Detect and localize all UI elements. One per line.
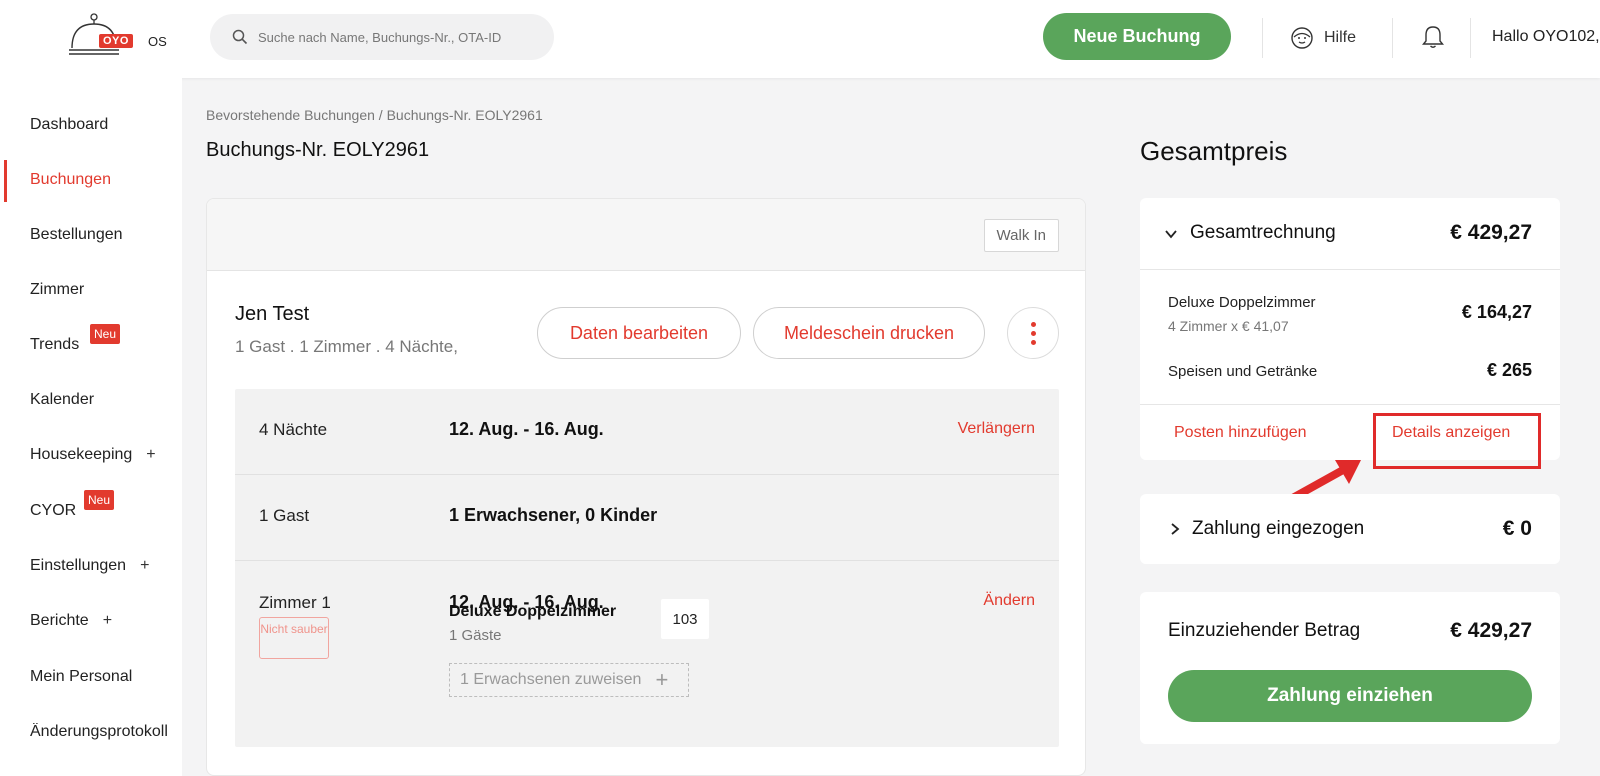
payment-collected-label: Zahlung eingezogen bbox=[1192, 518, 1365, 539]
chevron-down-icon bbox=[1165, 230, 1177, 239]
nights-row: 4 Nächte 12. Aug. - 16. Aug. Verlängern bbox=[235, 389, 1059, 475]
sidebar-item-bestellungen[interactable]: Bestellungen bbox=[30, 226, 123, 244]
plus-icon: + bbox=[655, 667, 669, 692]
expand-plus-icon[interactable]: + bbox=[103, 612, 112, 630]
room-status-badge: Nicht sauber bbox=[259, 617, 329, 659]
booking-card-header: Walk In bbox=[207, 199, 1085, 271]
guest-name: Jen Test bbox=[235, 303, 310, 325]
booking-card: Walk In Jen Test 1 Gast . 1 Zimmer . 4 N… bbox=[206, 198, 1086, 776]
sidebar-item-housekeeping[interactable]: Housekeeping + bbox=[30, 446, 156, 464]
nights-label: 4 Nächte bbox=[259, 420, 328, 439]
logo-suffix: OS bbox=[148, 34, 167, 49]
amount-due-value: € 429,27 bbox=[1450, 619, 1532, 642]
room-label: Zimmer 1 bbox=[259, 593, 331, 612]
oyo-os-logo[interactable]: OYO OS bbox=[68, 12, 168, 62]
line-item-amount: € 164,27 bbox=[1461, 302, 1532, 322]
line-item-label: Speisen und Getränke bbox=[1168, 363, 1318, 380]
payment-collected-amount: € 0 bbox=[1502, 517, 1532, 540]
extend-link[interactable]: Verlängern bbox=[958, 420, 1035, 438]
total-price-title: Gesamtpreis bbox=[1140, 136, 1288, 166]
print-registration-button[interactable]: Meldeschein drucken bbox=[753, 307, 985, 359]
sidebar: Dashboard Buchungen Bestellungen Zimmer … bbox=[0, 78, 182, 776]
highlight-box bbox=[1373, 413, 1541, 469]
line-item-label: Deluxe Doppelzimmer bbox=[1168, 294, 1316, 311]
more-dot-icon bbox=[1030, 321, 1036, 327]
sidebar-item-label: Dashboard bbox=[30, 116, 109, 133]
invoice-label: Gesamtrechnung bbox=[1190, 222, 1336, 243]
add-item-link[interactable]: Posten hinzufügen bbox=[1174, 424, 1307, 442]
room-row: Zimmer 1 Nicht sauber 12. Aug. - 16. Aug… bbox=[235, 561, 1059, 747]
sidebar-item-aenderungsprotokoll[interactable]: Änderungsprotokoll bbox=[30, 723, 182, 741]
room-number-field[interactable]: 103 bbox=[661, 599, 709, 639]
more-dot-icon bbox=[1030, 339, 1036, 345]
booking-details: 4 Nächte 12. Aug. - 16. Aug. Verlängern … bbox=[235, 389, 1059, 747]
help-button[interactable]: Hilfe bbox=[1290, 26, 1356, 50]
header-divider bbox=[1470, 18, 1471, 58]
sidebar-item-label: Mein Personal bbox=[30, 668, 133, 685]
sidebar-item-label: Trends bbox=[30, 336, 80, 353]
walk-in-tag: Walk In bbox=[983, 219, 1059, 252]
breadcrumb[interactable]: Bevorstehende Buchungen / Buchungs-Nr. E… bbox=[206, 107, 543, 123]
sidebar-item-mein-personal[interactable]: Mein Personal bbox=[30, 668, 132, 686]
sidebar-item-label: Änderungsprotokoll bbox=[30, 723, 168, 740]
assign-adult-button[interactable]: 1 Erwachsenen zuweisen + bbox=[449, 663, 689, 697]
expand-plus-icon[interactable]: + bbox=[146, 446, 155, 464]
sidebar-item-label: Bestellungen bbox=[30, 226, 123, 243]
top-header: OYO OS Neue Buchung Hilfe Hallo OYO102, bbox=[0, 0, 1600, 78]
guests-value: 1 Erwachsener, 0 Kinder bbox=[449, 505, 658, 525]
sidebar-item-label: Einstellungen bbox=[30, 557, 127, 574]
invoice-toggle[interactable]: Gesamtrechnung € 429,27 bbox=[1140, 198, 1560, 270]
more-options-button[interactable] bbox=[1007, 307, 1059, 359]
page-title: Buchungs-Nr. EOLY2961 bbox=[206, 139, 430, 161]
search-input[interactable] bbox=[258, 29, 548, 45]
more-dot-icon bbox=[1030, 330, 1036, 336]
sidebar-item-kalender[interactable]: Kalender bbox=[30, 391, 94, 409]
sidebar-item-label: Buchungen bbox=[30, 171, 111, 188]
room-type: Deluxe Doppelzimmer bbox=[449, 603, 617, 620]
new-booking-button[interactable]: Neue Buchung bbox=[1043, 13, 1231, 60]
expand-plus-icon[interactable]: + bbox=[140, 557, 149, 575]
line-item-amount: € 265 bbox=[1486, 360, 1532, 380]
payment-collected-card[interactable]: Zahlung eingezogen € 0 bbox=[1140, 494, 1560, 564]
active-indicator bbox=[4, 160, 7, 202]
chevron-right-icon bbox=[1171, 523, 1180, 535]
sidebar-item-label: Zimmer bbox=[30, 281, 85, 298]
sidebar-item-einstellungen[interactable]: Einstellungen + bbox=[30, 557, 149, 575]
sidebar-item-trends[interactable]: Trends bbox=[30, 336, 79, 354]
header-divider bbox=[1392, 18, 1393, 58]
sidebar-item-label: CYOR bbox=[30, 502, 77, 519]
sidebar-item-label: Berichte bbox=[30, 612, 89, 629]
change-room-link[interactable]: Ändern bbox=[983, 592, 1035, 610]
header-divider bbox=[1262, 18, 1263, 58]
help-label: Hilfe bbox=[1324, 29, 1357, 46]
new-badge: Neu bbox=[90, 324, 121, 344]
line-item-detail: 4 Zimmer x € 41,07 bbox=[1168, 318, 1289, 334]
notification-bell-icon[interactable] bbox=[1420, 24, 1446, 50]
sidebar-item-label: Kalender bbox=[30, 391, 95, 408]
assign-label: 1 Erwachsenen zuweisen bbox=[460, 671, 642, 688]
new-badge: Neu bbox=[84, 490, 115, 510]
edit-details-button[interactable]: Daten bearbeiten bbox=[537, 307, 741, 359]
amount-due-label: Einzuziehender Betrag bbox=[1168, 620, 1361, 641]
guests-row: 1 Gast 1 Erwachsener, 0 Kinder bbox=[235, 475, 1059, 561]
collect-payment-button[interactable]: Zahlung einziehen bbox=[1168, 670, 1532, 722]
amount-due-card: Einzuziehender Betrag € 429,27 Zahlung e… bbox=[1140, 592, 1560, 744]
logo-brand: OYO bbox=[99, 34, 133, 48]
search-icon bbox=[232, 29, 248, 45]
search-bar[interactable] bbox=[210, 14, 554, 60]
sidebar-item-berichte[interactable]: Berichte + bbox=[30, 612, 112, 630]
divider bbox=[1140, 404, 1560, 405]
help-face-icon bbox=[1291, 27, 1313, 49]
sidebar-item-zimmer[interactable]: Zimmer bbox=[30, 281, 84, 299]
room-guests: 1 Gäste bbox=[449, 627, 502, 644]
sidebar-item-label: Housekeeping bbox=[30, 446, 133, 463]
invoice-amount: € 429,27 bbox=[1450, 221, 1532, 244]
sidebar-item-buchungen[interactable]: Buchungen bbox=[30, 171, 111, 189]
sidebar-item-cyor[interactable]: CYOR bbox=[30, 502, 76, 520]
nights-dates: 12. Aug. - 16. Aug. bbox=[449, 419, 604, 439]
sidebar-item-dashboard[interactable]: Dashboard bbox=[30, 116, 108, 134]
guest-summary: 1 Gast . 1 Zimmer . 4 Nächte, bbox=[235, 337, 458, 356]
guests-label: 1 Gast bbox=[259, 506, 310, 525]
user-greeting[interactable]: Hallo OYO102, bbox=[1492, 28, 1600, 46]
